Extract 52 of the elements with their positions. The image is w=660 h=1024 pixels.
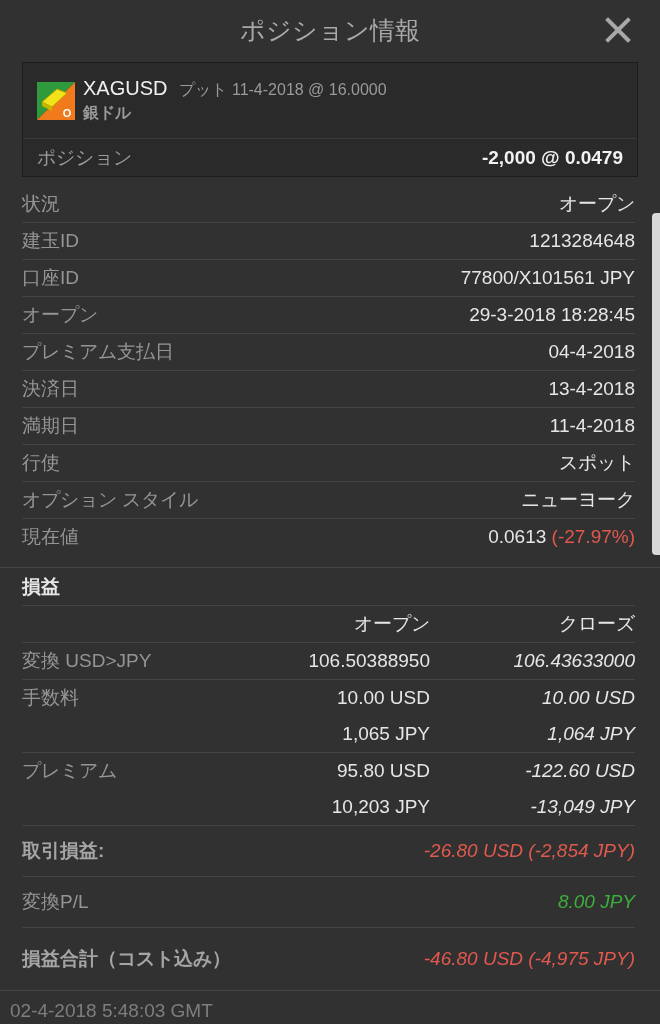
timestamp: 02-4-2018 5:48:03 GMT [10,1000,213,1021]
row-label: プレミアム [22,759,118,783]
detail-value: 11-4-2018 [549,415,635,437]
detail-value: ニューヨーク [521,488,635,512]
detail-label: 行使 [22,451,60,475]
option-description: プット 11-4-2018 @ 16.0000 [179,80,387,100]
instrument-symbol: XAGUSD [83,77,168,100]
detail-label: 状況 [22,192,60,216]
summary-label: 取引損益: [22,839,105,863]
close-value: 10.00 USD [541,687,635,709]
dialog-title: ポジション情報 [240,14,420,46]
summary-value: -26.80 USD (-2,854 JPY) [423,840,635,862]
open-value: 95.80 USD [336,760,430,782]
detail-label: オープン [22,303,98,327]
detail-value: 77800/X101561 JPY [460,267,635,289]
open-value: 10,203 JPY [330,796,430,818]
position-label: ポジション [37,145,132,170]
detail-value: 04-4-2018 [548,341,635,363]
section-heading: 損益 [22,574,60,599]
close-icon[interactable] [605,17,631,43]
detail-value: スポット [559,451,635,475]
detail-value: 0.0613 (-27.97%) [488,526,635,548]
detail-label: プレミアム支払日 [22,340,174,364]
open-value: 10.00 USD [336,687,430,709]
detail-label: 建玉ID [22,229,79,253]
instrument-name: 銀ドル [83,103,132,123]
close-value: 1,064 JPY [546,723,635,745]
summary-value: 8.00 JPY [557,891,635,913]
scrollbar-thumb[interactable] [652,213,660,555]
detail-label: 決済日 [22,377,79,401]
detail-value: 13-4-2018 [548,378,635,400]
ingot-icon: O [37,81,75,120]
open-value: 106.50388950 [307,650,430,672]
detail-label: 満期日 [22,414,79,438]
open-value: 1,065 JPY [341,723,430,745]
detail-value: 29-3-2018 18:28:45 [469,304,635,326]
close-value: -13,049 JPY [529,796,635,818]
detail-label: 口座ID [22,266,79,290]
row-label: 変換 USD>JPY [22,649,153,673]
column-header: オープン [353,612,430,636]
detail-label: 現在値 [22,525,79,549]
column-header: クローズ [558,612,635,636]
detail-value: 1213284648 [529,230,635,252]
summary-label: 損益合計（コスト込み） [22,947,231,971]
close-value: -122.60 USD [524,760,635,782]
row-label: 手数料 [22,686,80,710]
position-value: -2,000 @ 0.0479 [481,146,623,169]
summary-value: -46.80 USD (-4,975 JPY) [423,948,635,970]
close-value: 106.43633000 [512,650,635,672]
summary-label: 変換P/L [22,890,89,914]
detail-value: オープン [559,192,635,216]
detail-label: オプション スタイル [22,488,199,512]
